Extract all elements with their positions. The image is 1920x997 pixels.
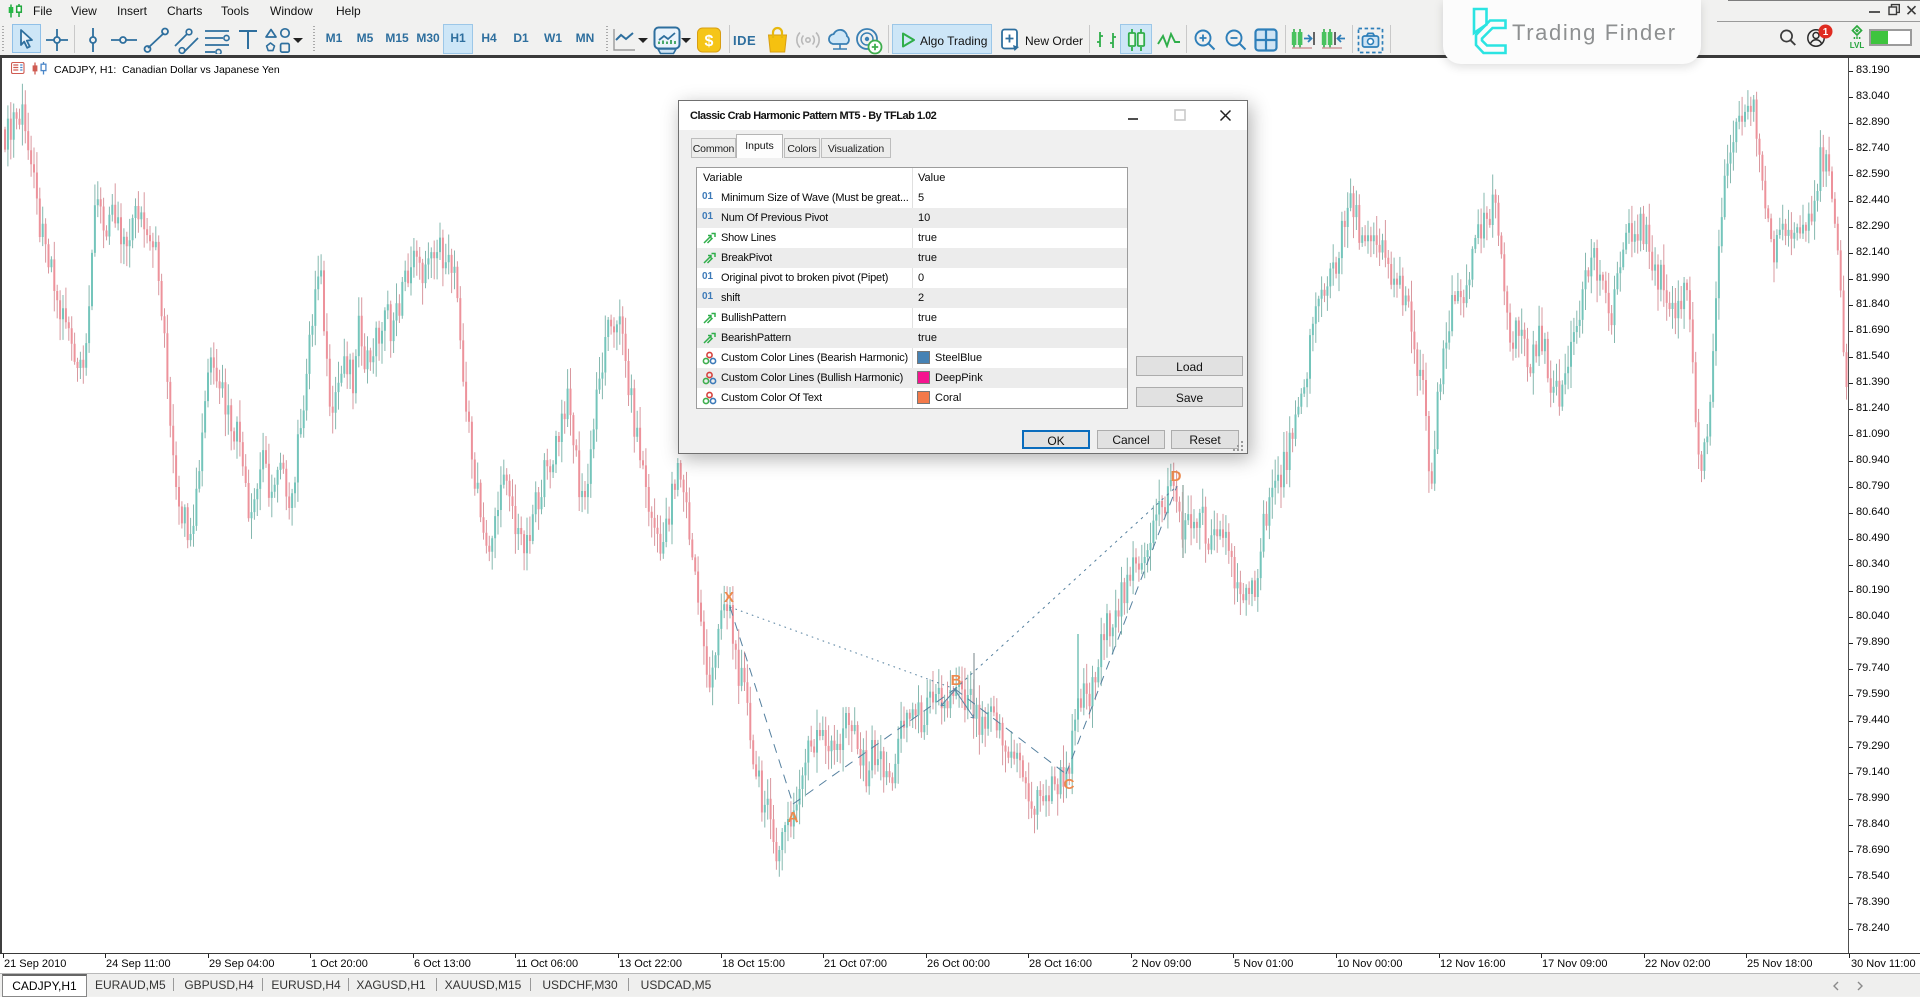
svg-text:B: B: [951, 672, 962, 689]
svg-text:$: $: [705, 33, 714, 50]
svg-text:X: X: [724, 589, 734, 606]
svg-text:A: A: [788, 809, 799, 826]
svg-text:C: C: [1064, 776, 1075, 793]
svg-text:D: D: [1171, 468, 1182, 485]
svg-text:1: 1: [1823, 27, 1829, 38]
svg-text:LVL: LVL: [1850, 41, 1865, 49]
